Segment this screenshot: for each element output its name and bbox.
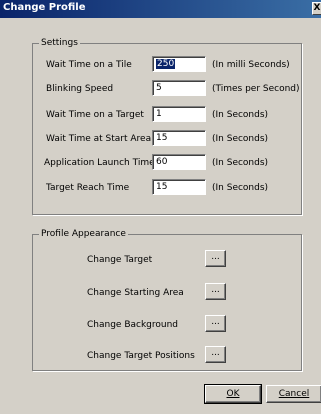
target-reach-time-input[interactable]: 15 [152, 179, 206, 195]
wait-time-tile-input[interactable]: 250 [152, 56, 206, 72]
wait-time-target-input[interactable]: 1 [152, 106, 206, 122]
launch-time-unit: (In Seconds) [212, 158, 269, 168]
wait-time-tile-unit: (In milli Seconds) [212, 60, 290, 70]
wait-time-start-input[interactable]: 15 [152, 130, 206, 146]
target-reach-time-label: Target Reach Time [46, 183, 130, 193]
change-background-label: Change Background [87, 320, 179, 330]
change-target-positions-button[interactable]: ... [205, 346, 226, 363]
profile-appearance-legend: Profile Appearance [39, 229, 128, 239]
settings-legend: Settings [39, 38, 80, 48]
change-profile-dialog: Change Profile X Settings Wait Time on a… [0, 0, 321, 414]
wait-time-target-label: Wait Time on a Target [46, 110, 144, 120]
blinking-speed-label: Blinking Speed [46, 84, 114, 94]
blinking-speed-input[interactable]: 5 [152, 80, 206, 96]
wait-time-target-unit: (In Seconds) [212, 110, 269, 120]
wait-time-tile-label: Wait Time on a Tile [46, 60, 132, 70]
wait-time-start-label: Wait Time at Start Area [46, 134, 152, 144]
wait-time-start-unit: (In Seconds) [212, 134, 269, 144]
cancel-button[interactable]: Cancel [266, 385, 321, 403]
change-starting-area-button[interactable]: ... [205, 283, 226, 300]
window-title: Change Profile [3, 2, 86, 13]
change-target-label: Change Target [87, 255, 153, 265]
launch-time-label: Application Launch Time [44, 158, 155, 168]
close-button[interactable]: X [312, 2, 321, 15]
ok-button[interactable]: OK [204, 384, 262, 404]
change-background-button[interactable]: ... [205, 315, 226, 332]
target-reach-time-unit: (In Seconds) [212, 183, 269, 193]
launch-time-input[interactable]: 60 [152, 154, 206, 170]
change-target-positions-label: Change Target Positions [87, 351, 195, 361]
title-bar[interactable]: Change Profile X [0, 0, 321, 18]
change-starting-area-label: Change Starting Area [87, 288, 184, 298]
change-target-button[interactable]: ... [205, 250, 226, 267]
blinking-speed-unit: (Times per Second) [212, 84, 300, 94]
